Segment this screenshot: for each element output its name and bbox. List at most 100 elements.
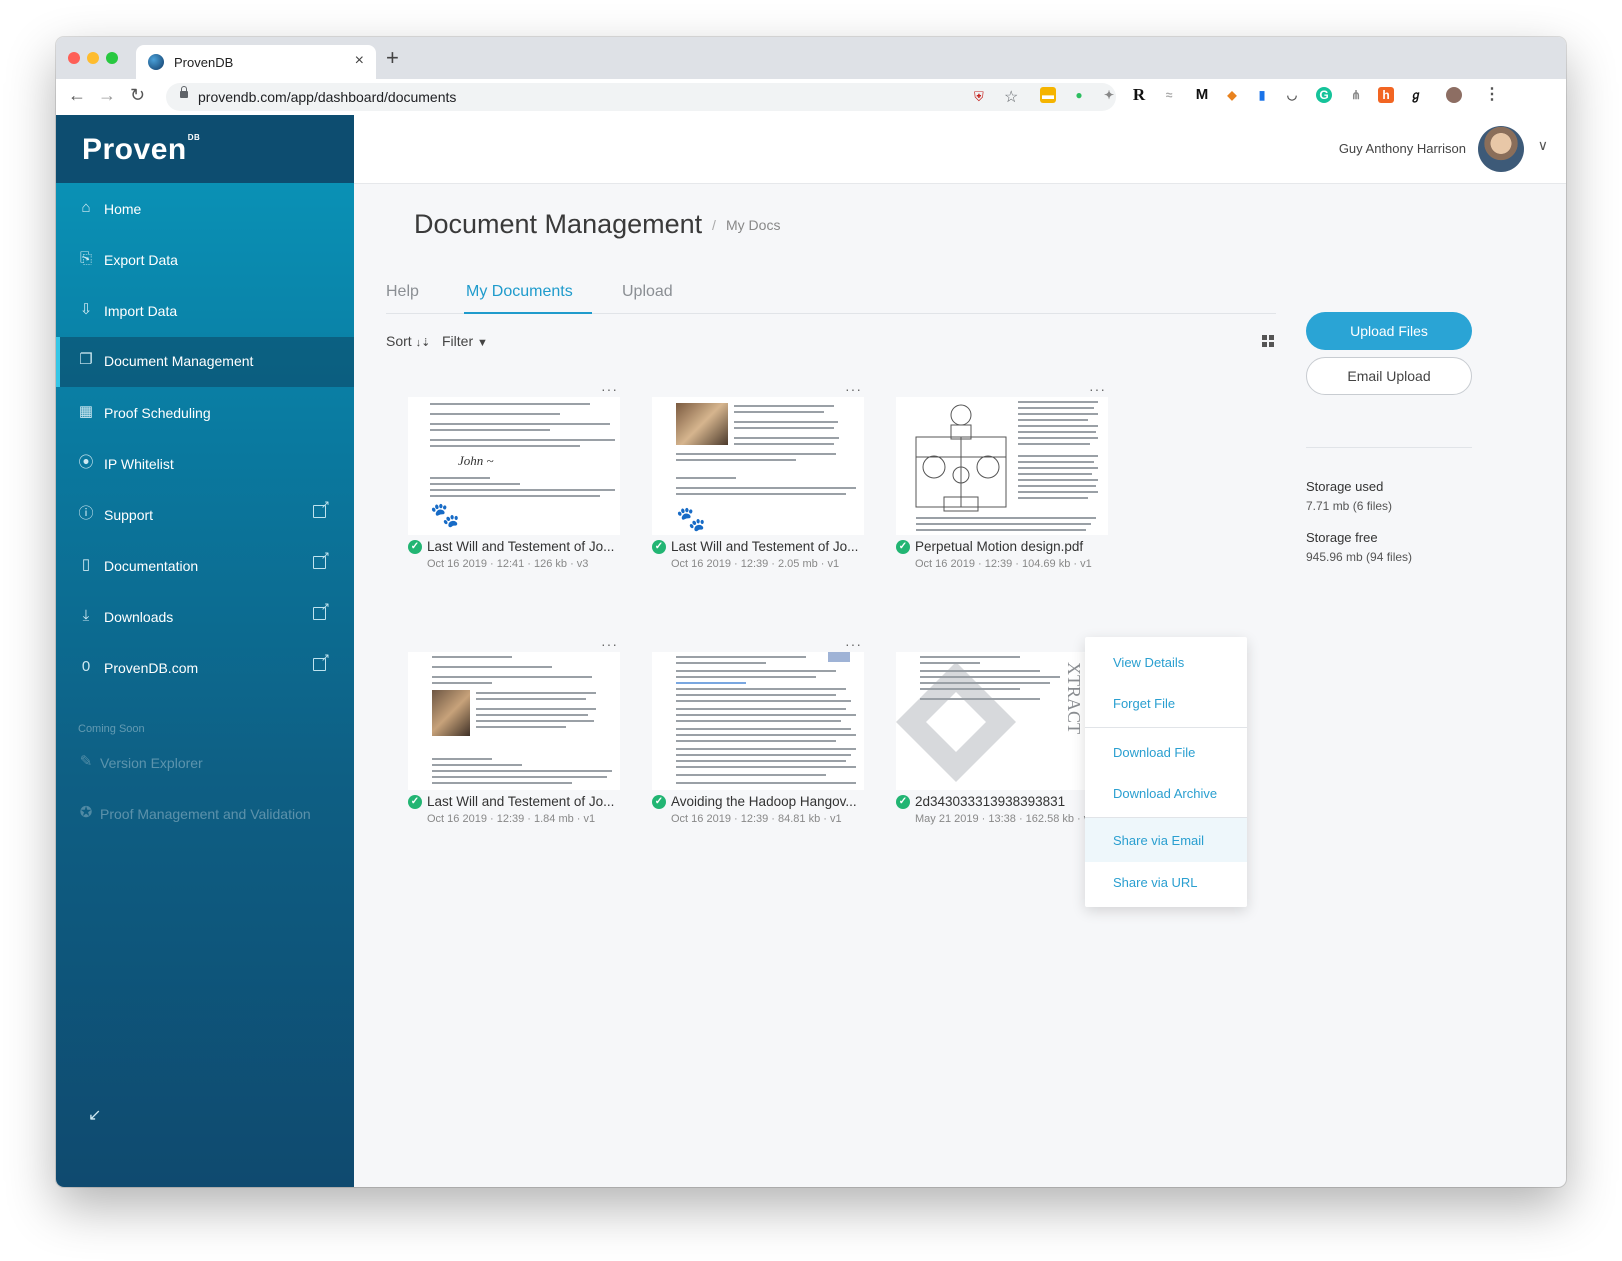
upload-files-button[interactable]: Upload Files (1306, 312, 1472, 350)
address-bar[interactable]: provendb.com/app/dashboard/documents ⛨ ☆ (166, 83, 1116, 111)
extension-handshake-icon[interactable]: ≈ (1161, 87, 1177, 103)
sidebar-item-label: Import Data (104, 303, 178, 319)
close-tab-icon[interactable]: × (355, 52, 364, 70)
evernote-icon[interactable]: ● (1071, 87, 1087, 103)
more-options-icon[interactable]: ··· (601, 381, 618, 397)
email-upload-button[interactable]: Email Upload (1306, 357, 1472, 395)
forward-icon[interactable]: → (98, 85, 116, 106)
document-card[interactable]: ··· ✓ Avoiding the Hadoop Hangov... Oct … (652, 636, 864, 828)
pocket-icon[interactable]: ◡ (1284, 87, 1300, 103)
help-icon: ⓘ (78, 505, 94, 522)
collapse-sidebar-icon[interactable]: ↙ (88, 1105, 101, 1125)
bookmark-ext-icon[interactable]: ▮ (1254, 87, 1270, 103)
tab-help[interactable]: Help (386, 283, 419, 301)
sidebar-item-documentation[interactable]: ▯ Documentation (56, 542, 354, 592)
maximize-window-button[interactable] (106, 52, 118, 64)
sort-icon: ↓⇣ (415, 337, 431, 349)
user-name[interactable]: Guy Anthony Harrison (1339, 141, 1466, 156)
new-tab-icon[interactable]: + (386, 45, 399, 71)
document-card[interactable]: ··· 🐾 ✓ Last Will and Testement of Jo...… (652, 381, 864, 573)
document-name[interactable]: Last Will and Testement of Jo... (671, 539, 871, 554)
document-thumbnail[interactable] (896, 397, 1108, 535)
sort-button[interactable]: Sort ↓⇣ (386, 333, 430, 349)
chevron-down-icon[interactable]: ∨ (1538, 137, 1548, 154)
breadcrumb-separator: / (712, 217, 716, 233)
document-thumbnail[interactable] (652, 652, 864, 790)
pen-icon: ✎ (79, 753, 93, 770)
document-thumbnail[interactable]: 🐾 (652, 397, 864, 535)
url-text: provendb.com/app/dashboard/documents (198, 89, 457, 105)
reload-icon[interactable]: ↻ (130, 85, 145, 106)
document-card[interactable]: ··· John ~ 🐾 ✓ Last Will and Testement o… (408, 381, 620, 573)
sidebar-item-downloads[interactable]: ⤓ Downloads (56, 593, 354, 643)
sidebar-item-label: Export Data (104, 252, 178, 268)
avatar[interactable] (1478, 126, 1524, 172)
sidebar-item-proof-management: ✪ Proof Management and Validation (56, 790, 354, 840)
more-options-icon[interactable]: ··· (601, 636, 618, 652)
filter-icon: ▼ (477, 337, 488, 349)
extension-tree-icon[interactable]: ⋔ (1348, 87, 1364, 103)
extension-notes-icon[interactable]: ▬ (1040, 87, 1056, 103)
active-tab-indicator (464, 312, 592, 314)
document-thumbnail[interactable]: XTRACT (896, 652, 1108, 790)
document-name[interactable]: Last Will and Testement of Jo... (427, 539, 627, 554)
extension-r-icon[interactable]: R (1131, 86, 1147, 103)
provendb-logo[interactable]: ProvenDB (82, 133, 200, 167)
sidebar-item-proof-scheduling[interactable]: ▦ Proof Scheduling (56, 389, 354, 439)
document-thumbnail[interactable]: John ~ 🐾 (408, 397, 620, 535)
tab-my-documents[interactable]: My Documents (466, 283, 573, 301)
sidebar-item-export-data[interactable]: ⎘ Export Data (56, 236, 354, 286)
document-card[interactable]: ··· ✓ Perpetual Motion design.pdf Oct 16… (896, 381, 1108, 573)
back-icon[interactable]: ← (68, 85, 86, 106)
filter-button[interactable]: Filter ▼ (442, 333, 488, 349)
close-window-button[interactable] (68, 52, 80, 64)
menu-view-details[interactable]: View Details (1085, 643, 1247, 683)
hubspot-icon[interactable]: h (1378, 87, 1394, 103)
profile-avatar-icon[interactable] (1446, 87, 1462, 103)
menu-share-via-url[interactable]: Share via URL (1085, 863, 1247, 903)
browser-menu-icon[interactable]: ⋮ (1484, 87, 1500, 103)
logo-area: ProvenDB (56, 115, 354, 183)
document-name[interactable]: Perpetual Motion design.pdf (915, 539, 1115, 554)
bookmark-star-icon[interactable]: ☆ (1004, 87, 1018, 107)
menu-item-label: View Details (1113, 655, 1185, 670)
breadcrumb[interactable]: My Docs (726, 217, 780, 233)
sidebar-item-ip-whitelist[interactable]: ⦿ IP Whitelist (56, 440, 354, 490)
menu-download-archive[interactable]: Download Archive (1085, 774, 1247, 814)
sidebar-item-document-management[interactable]: ❐ Document Management (56, 337, 354, 387)
document-card[interactable]: XTRACT ✓ 2d343033313938393831 May 21 201… (896, 652, 1108, 828)
document-card[interactable]: ··· ✓ Last Will and Testement of Jo... O… (408, 636, 620, 828)
menu-download-file[interactable]: Download File (1085, 733, 1247, 773)
menu-forget-file[interactable]: Forget File (1085, 684, 1247, 724)
document-thumbnail[interactable] (408, 652, 620, 790)
minimize-window-button[interactable] (87, 52, 99, 64)
tab-upload[interactable]: Upload (622, 283, 673, 301)
sidebar-item-label: Proof Scheduling (104, 405, 211, 421)
browser-tab[interactable]: ProvenDB × (136, 45, 376, 79)
more-options-icon[interactable]: ··· (1089, 381, 1106, 397)
grid-view-icon[interactable] (1262, 335, 1274, 347)
sidebar-item-support[interactable]: ⓘ Support (56, 491, 354, 541)
menu-share-via-email[interactable]: Share via Email (1085, 818, 1247, 862)
document-name[interactable]: Last Will and Testement of Jo... (427, 794, 627, 809)
sidebar-item-import-data[interactable]: ⇩ Import Data (56, 287, 354, 337)
sidebar-item-provendb-com[interactable]: 0 ProvenDB.com (56, 644, 354, 694)
external-link-icon (313, 549, 330, 569)
extension-script-icon[interactable]: ℊ (1408, 87, 1424, 103)
sidebar-item-label: Document Management (104, 353, 254, 369)
extension-leaf-icon[interactable]: ✦ (1101, 87, 1117, 103)
download-icon: ⤓ (82, 607, 90, 624)
metamask-icon[interactable]: ◆ (1224, 87, 1240, 103)
paw-print-icon: 🐾 (676, 506, 706, 533)
tracking-blocked-icon[interactable]: ⛨ (974, 89, 984, 105)
more-options-icon[interactable]: ··· (845, 381, 862, 397)
medium-icon[interactable]: M (1194, 87, 1210, 103)
more-options-icon[interactable]: ··· (845, 636, 862, 652)
grammarly-icon[interactable]: G (1316, 87, 1332, 103)
browser-toolbar: ← → ↻ provendb.com/app/dashboard/documen… (56, 79, 1566, 116)
sidebar-item-label: IP Whitelist (104, 456, 174, 472)
svg-text:XTRACT: XTRACT (1064, 662, 1084, 734)
link-icon: 0 (81, 658, 91, 675)
sidebar-item-home[interactable]: ⌂ Home (56, 185, 354, 235)
document-name[interactable]: Avoiding the Hadoop Hangov... (671, 794, 871, 809)
